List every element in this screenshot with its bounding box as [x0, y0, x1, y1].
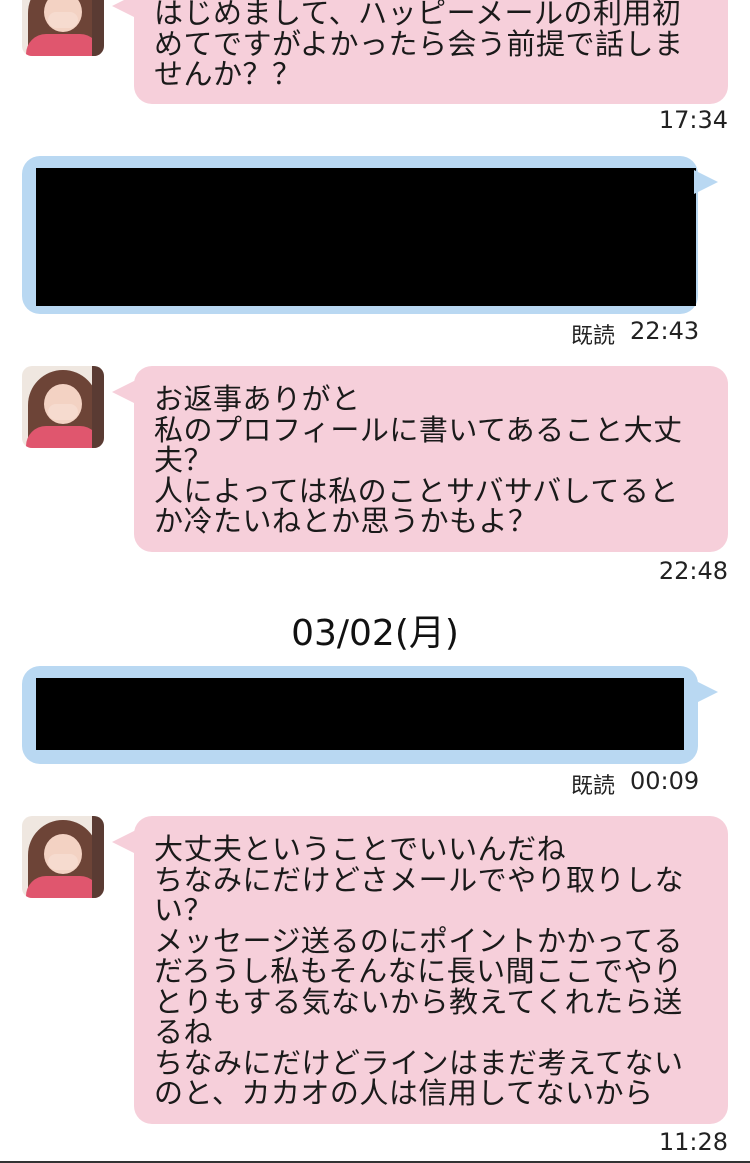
message-text: 大丈夫ということでいいんだね ちなみにだけどさメールでやり取りしな い？ メッセ…	[154, 832, 685, 1110]
message-text: お返事ありがと 私のプロフィールに書いてあること大丈 夫？ 人によっては私のこと…	[154, 382, 683, 538]
message-time: 22:43	[630, 317, 700, 345]
date-separator: 03/02(月)	[291, 613, 459, 654]
read-receipt: 既読	[571, 774, 616, 799]
message-text: はじめまして、ハッピーメールの利用初 めてですがよかったら会う前提で話しま せん…	[154, 0, 684, 91]
sender-avatar[interactable]	[22, 0, 104, 56]
redacted-content	[36, 678, 684, 750]
incoming-message-bubble: お返事ありがと 私のプロフィールに書いてあること大丈 夫？ 人によっては私のこと…	[112, 366, 728, 552]
sender-avatar[interactable]	[22, 366, 104, 448]
read-receipt: 既読	[571, 324, 616, 349]
sender-avatar[interactable]	[22, 816, 104, 898]
message-time: 00:09	[630, 767, 700, 795]
incoming-message-bubble: はじめまして、ハッピーメールの利用初 めてですがよかったら会う前提で話しま せん…	[112, 0, 728, 104]
outgoing-message-bubble	[22, 666, 718, 764]
message-time: 11:28	[658, 1128, 728, 1156]
incoming-message-bubble: 大丈夫ということでいいんだね ちなみにだけどさメールでやり取りしな い？ メッセ…	[112, 816, 728, 1124]
message-time: 17:34	[658, 106, 728, 134]
outgoing-message-bubble	[22, 156, 718, 314]
redacted-content	[36, 168, 696, 306]
message-time: 22:48	[658, 557, 728, 585]
